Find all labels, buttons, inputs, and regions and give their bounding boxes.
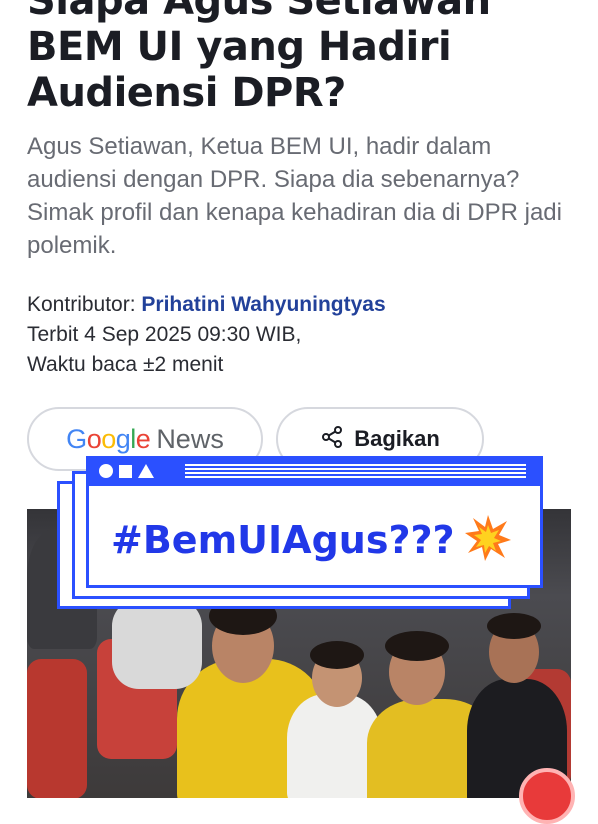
contributor-label: Kontributor: [27,293,136,316]
photo-hair [487,613,541,639]
photo-seat [27,659,87,798]
hashtag-overlay-window: #BemUIAgus??? [86,456,543,588]
contributor-name-link[interactable]: Prihatini Wahyuningtyas [141,293,385,316]
share-icon [320,425,344,454]
google-news-label: News [156,423,224,454]
published-date: Terbit 4 Sep 2025 09:30 WIB, [27,323,302,346]
hashtag-label: #BemUIAgus??? [111,518,455,562]
share-label: Bagikan [354,426,440,451]
notification-badge[interactable] [519,768,575,824]
triangle-icon [138,464,154,478]
headline-line-2: BEM UI yang Hadiri [27,24,452,70]
google-logo: Google [66,423,151,454]
headline-line-3: Audiensi DPR? [27,70,346,116]
photo-person-background [112,599,202,689]
photo-hair [385,631,449,661]
article-meta: Kontributor: Prihatini Wahyuningtyas Ter… [27,290,386,380]
read-time: Waktu baca ±2 menit [27,353,224,376]
title-bar-stripes [185,464,526,478]
square-icon [119,464,132,478]
contributor-row: Kontributor: Prihatini Wahyuningtyas [27,290,386,320]
article-summary: Agus Setiawan, Ketua BEM UI, hadir dalam… [27,133,562,259]
article-headline: Siapa Agus Setiawan BEM UI yang Hadiri A… [27,0,587,116]
photo-hair [310,641,364,669]
circle-icon [99,464,113,478]
hashtag-text: #BemUIAgus??? [111,513,513,572]
headline-line-1: Siapa Agus Setiawan [27,0,491,24]
collision-icon [463,513,513,572]
